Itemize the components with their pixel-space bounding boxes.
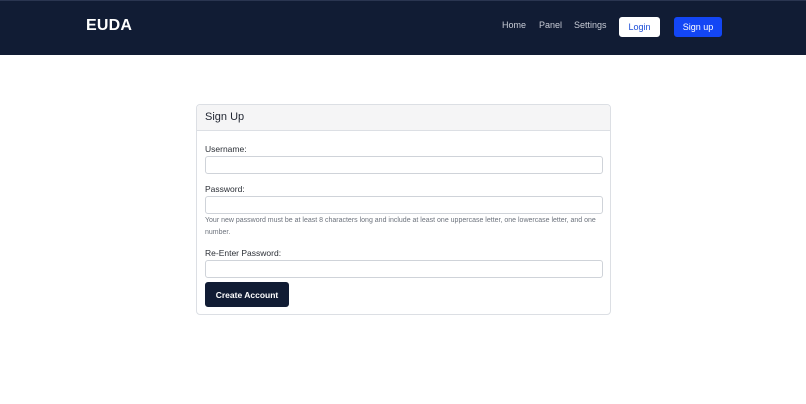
top-navbar: EUDA Home Panel Settings Login Sign up bbox=[0, 0, 806, 55]
username-label: Username: bbox=[205, 144, 247, 154]
password-help-text: Your new password must be at least 8 cha… bbox=[205, 217, 596, 236]
card-header: Sign Up bbox=[197, 105, 610, 131]
nav-link-panel[interactable]: Panel bbox=[539, 20, 562, 30]
signup-card: Sign Up Username: Password: Your new pas… bbox=[196, 104, 611, 315]
create-account-button[interactable]: Create Account bbox=[205, 282, 289, 307]
password-input[interactable] bbox=[205, 196, 603, 214]
signup-button[interactable]: Sign up bbox=[674, 17, 722, 37]
card-title: Sign Up bbox=[205, 111, 245, 123]
nav-link-settings[interactable]: Settings bbox=[574, 20, 607, 30]
reenter-password-label: Re-Enter Password: bbox=[205, 248, 282, 258]
password-label: Password: bbox=[205, 184, 245, 194]
reenter-password-input[interactable] bbox=[205, 260, 603, 278]
nav-link-home[interactable]: Home bbox=[502, 20, 526, 30]
username-input[interactable] bbox=[205, 156, 603, 174]
login-button[interactable]: Login bbox=[619, 17, 660, 37]
brand-logo[interactable]: EUDA bbox=[86, 17, 132, 35]
